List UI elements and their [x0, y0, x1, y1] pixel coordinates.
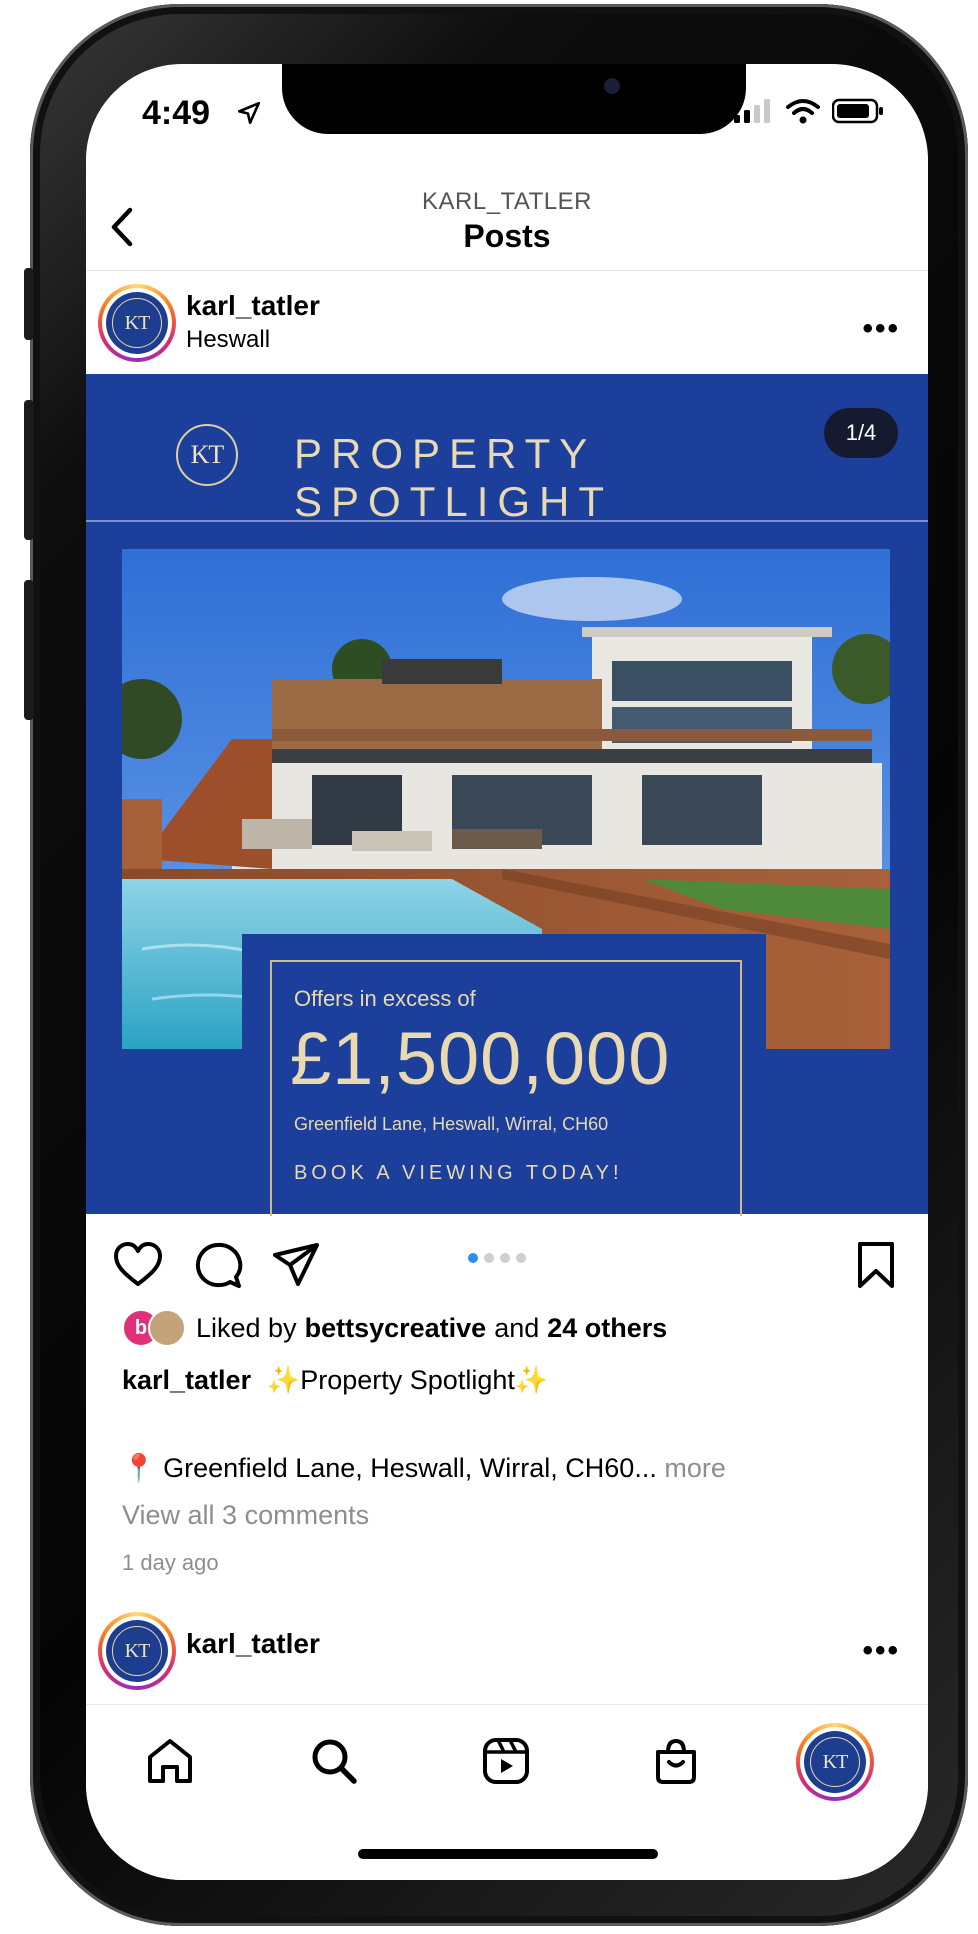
next-post-header: KT karl_tatler ••• [86, 1610, 928, 1700]
signal-icon [734, 99, 770, 123]
page-title: Posts [463, 218, 551, 254]
more-options-icon[interactable]: ••• [862, 312, 900, 346]
next-post-username[interactable]: karl_tatler [186, 1628, 320, 1660]
carousel-counter: 1/4 [824, 408, 898, 458]
share-icon[interactable] [270, 1239, 322, 1291]
likes-user[interactable]: bettsycreative [305, 1313, 487, 1344]
side-button-silent [24, 268, 34, 340]
avatar[interactable]: KT [98, 284, 176, 362]
banner-divider [86, 520, 928, 522]
notch [282, 64, 746, 134]
nav-subtitle: KARL_TATLER [422, 188, 592, 215]
likes-prefix: Liked by [196, 1312, 297, 1343]
search-icon[interactable] [308, 1735, 360, 1787]
top-navigation: KARL_TATLER Posts [86, 174, 928, 271]
home-icon[interactable] [144, 1735, 196, 1787]
post-location[interactable]: Heswall [186, 326, 270, 354]
location-arrow-icon [237, 101, 261, 125]
caption: karl_tatler ✨Property Spotlight✨ [122, 1364, 548, 1396]
bottom-tab-bar: KT [86, 1704, 928, 1880]
caption-location: 📍 Greenfield Lane, Heswall, Wirral, CH60… [122, 1452, 726, 1484]
price-value: £1,500,000 [290, 1017, 671, 1100]
likes-joiner: and [494, 1312, 540, 1343]
liker-avatar-letter: b [134, 1316, 148, 1339]
avatar-logo-text: KT [112, 298, 162, 348]
side-button-volume-down [24, 580, 34, 720]
heart-icon[interactable] [112, 1239, 164, 1291]
caption-location-text: Greenfield Lane, Heswall, Wirral, CH60..… [163, 1453, 657, 1483]
banner-logo: KT [176, 424, 238, 486]
reels-icon[interactable] [480, 1735, 532, 1787]
view-comments-link[interactable]: View all 3 comments [122, 1500, 369, 1531]
post-actions [86, 1219, 928, 1299]
wifi-icon [786, 99, 820, 124]
avatar-logo-text: KT [112, 1626, 162, 1676]
carousel-dot [500, 1253, 510, 1263]
avatar[interactable]: KT [98, 1612, 176, 1690]
post-header: KT karl_tatler Heswall ••• [86, 272, 928, 372]
image-address: Greenfield Lane, Heswall, Wirral, CH60 [294, 1114, 609, 1134]
post-timestamp: 1 day ago [122, 1550, 219, 1575]
shop-icon[interactable] [650, 1735, 702, 1787]
phone-screen: 4:49 KARL_TATLER Posts KT karl_tatler He… [86, 64, 928, 1880]
sparkle-icon: ✨ [266, 1365, 301, 1395]
pin-icon: 📍 [122, 1453, 156, 1483]
offers-label: Offers in excess of [294, 986, 476, 1011]
comment-icon[interactable] [192, 1239, 244, 1291]
status-time: 4:49 [142, 94, 211, 132]
viewing-cta: BOOK A VIEWING TODAY! [294, 1162, 623, 1184]
post-username[interactable]: karl_tatler [186, 290, 320, 322]
caption-username[interactable]: karl_tatler [122, 1365, 251, 1395]
carousel-dot-active [468, 1253, 478, 1263]
more-options-icon[interactable]: ••• [862, 1634, 900, 1668]
carousel-dot [484, 1253, 494, 1263]
likes-row[interactable]: b Liked by bettsycreative and 24 others [122, 1308, 667, 1348]
more-link[interactable]: more [664, 1453, 726, 1483]
battery-icon [832, 98, 883, 124]
caption-text: Property Spotlight [300, 1365, 515, 1395]
carousel-dot [516, 1253, 526, 1263]
carousel-indicator [468, 1253, 526, 1263]
sparkle-icon: ✨ [514, 1365, 549, 1395]
liker-avatar [148, 1309, 186, 1347]
price-panel: Offers in excess of £1,500,000 Greenfiel… [242, 934, 766, 1216]
front-camera [604, 78, 620, 94]
post-image[interactable]: KT PROPERTY SPOTLIGHT 1/4 Offers in exce… [86, 374, 928, 1216]
likes-others[interactable]: 24 others [547, 1313, 667, 1344]
bookmark-icon[interactable] [850, 1239, 902, 1291]
side-button-volume-up [24, 400, 34, 540]
home-indicator[interactable] [358, 1849, 658, 1859]
status-icons [734, 98, 884, 124]
avatar-logo-text: KT [810, 1737, 860, 1787]
profile-avatar[interactable]: KT [796, 1723, 874, 1801]
